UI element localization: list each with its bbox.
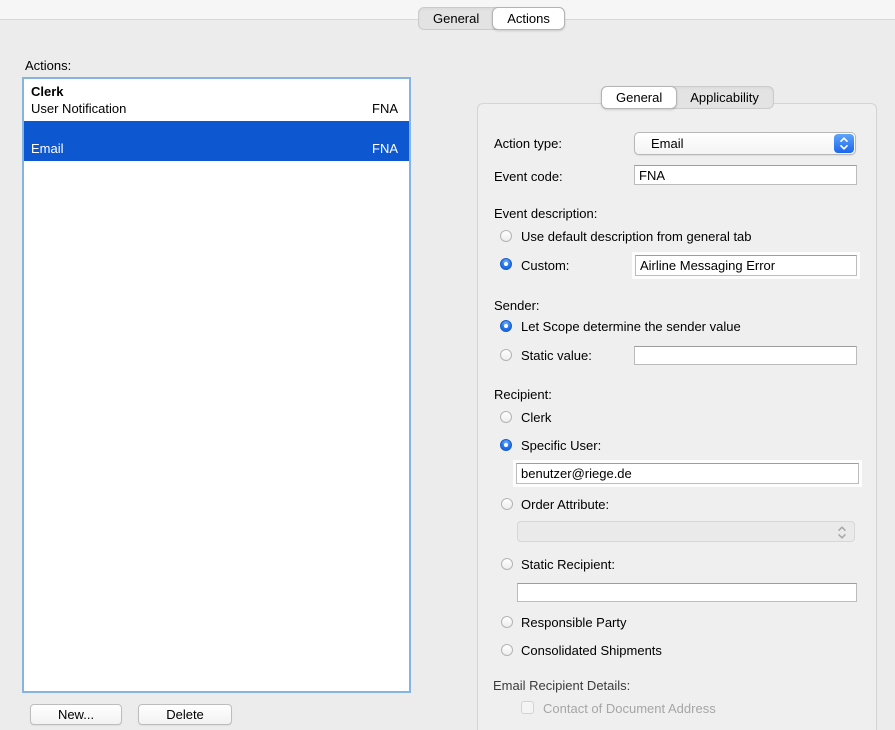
list-item-clerk-user-notification[interactable]: Clerk User Notification FNA [24, 79, 409, 121]
event-code-field[interactable] [634, 165, 857, 185]
sender-label: Sender: [494, 298, 540, 313]
event-description-label: Event description: [494, 206, 597, 221]
specific-user-field[interactable] [516, 463, 859, 484]
email-recipient-details-label: Email Recipient Details: [493, 678, 630, 693]
popup-stepper-icon [834, 134, 854, 153]
custom-description-radio[interactable] [500, 258, 512, 270]
consolidated-shipments-radio-label: Consolidated Shipments [521, 643, 662, 658]
action-type-popup[interactable]: Email [634, 132, 856, 155]
sender-static-value-radio-label: Static value: [521, 348, 592, 363]
list-item-code: FNA [372, 100, 398, 117]
sender-static-value-field[interactable] [634, 346, 857, 365]
sender-static-value-radio[interactable] [500, 349, 512, 361]
recipient-label: Recipient: [494, 387, 552, 402]
use-default-description-radio[interactable] [500, 230, 512, 242]
actions-list[interactable]: Clerk User Notification FNA Email FNA [22, 77, 411, 693]
contact-of-document-address-checkbox-label: Contact of Document Address [543, 701, 716, 716]
static-recipient-field[interactable] [517, 583, 857, 602]
window-tab-bar: General Actions [418, 7, 565, 30]
order-attribute-radio[interactable] [501, 498, 513, 510]
list-item-subtitle: User Notification [31, 100, 126, 117]
list-item-email-selected[interactable]: Email FNA [24, 121, 409, 161]
responsible-party-radio-label: Responsible Party [521, 615, 627, 630]
action-type-label: Action type: [494, 136, 562, 151]
list-item-title: Clerk [31, 83, 398, 100]
list-item-title [31, 123, 398, 140]
custom-description-radio-label: Custom: [521, 258, 569, 273]
custom-description-field[interactable] [635, 255, 857, 276]
order-attribute-popup[interactable] [517, 521, 855, 542]
event-code-label: Event code: [494, 169, 563, 184]
detail-tab-bar: General Applicability [601, 86, 774, 109]
use-default-description-radio-label: Use default description from general tab [521, 229, 752, 244]
chevron-up-down-icon [837, 525, 847, 543]
detail-tab-general[interactable]: General [601, 86, 677, 109]
event-action-editor-window: { "window_tabs": { "items": [ { "label":… [0, 0, 895, 730]
action-type-value: Email [651, 136, 684, 151]
static-recipient-radio[interactable] [501, 558, 513, 570]
let-scope-determine-sender-radio-label: Let Scope determine the sender value [521, 319, 741, 334]
contact-of-document-address-checkbox[interactable] [521, 701, 534, 714]
window-tab-actions[interactable]: Actions [492, 7, 565, 30]
recipient-clerk-radio-label: Clerk [521, 410, 551, 425]
list-item-subtitle: Email [31, 140, 64, 157]
order-attribute-radio-label: Order Attribute: [521, 497, 609, 512]
window-tab-general[interactable]: General [419, 8, 493, 29]
delete-button[interactable]: Delete [138, 704, 232, 725]
specific-user-radio-label: Specific User: [521, 438, 601, 453]
detail-tab-applicability[interactable]: Applicability [676, 87, 773, 108]
specific-user-radio[interactable] [500, 439, 512, 451]
new-button[interactable]: New... [30, 704, 122, 725]
let-scope-determine-sender-radio[interactable] [500, 320, 512, 332]
static-recipient-radio-label: Static Recipient: [521, 557, 615, 572]
consolidated-shipments-radio[interactable] [501, 644, 513, 656]
recipient-clerk-radio[interactable] [500, 411, 512, 423]
actions-list-label: Actions: [25, 58, 71, 73]
responsible-party-radio[interactable] [501, 616, 513, 628]
list-item-code: FNA [372, 140, 398, 157]
